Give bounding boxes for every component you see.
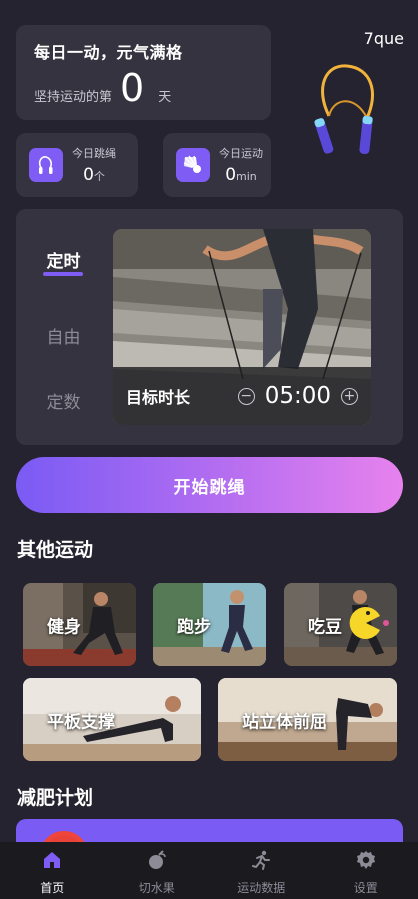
other-sports-title: 其他运动	[17, 539, 94, 561]
streak-row: 坚持运动的第 0 天	[34, 69, 171, 107]
running-icon	[251, 850, 271, 874]
weight-loss-plan-title: 减肥计划	[17, 787, 94, 809]
stat-card-rope: 今日跳绳 0个	[16, 133, 138, 197]
nav-home[interactable]: 首页	[0, 842, 105, 899]
bottom-navigation: 首页 切水果 运动数据 设置	[0, 842, 418, 899]
stat-value: 0	[225, 165, 237, 185]
slogan-text: 每日一动，元气满格	[34, 43, 183, 62]
target-duration-value[interactable]: 05:00	[265, 383, 331, 409]
stat-label: 今日运动	[219, 147, 263, 160]
sport-label: 健身	[47, 617, 81, 637]
sport-card-running[interactable]: 跑步	[153, 583, 266, 666]
stat-value: 0	[83, 165, 94, 185]
sport-card-pacman[interactable]: 吃豆	[284, 583, 397, 666]
nav-settings[interactable]: 设置	[314, 842, 418, 899]
sport-card-fitness[interactable]: 健身	[23, 583, 136, 666]
username[interactable]: 7que	[364, 29, 404, 48]
home-icon	[42, 850, 62, 874]
target-duration-label: 目标时长	[126, 388, 191, 407]
sport-label: 吃豆	[308, 617, 342, 637]
stat-label: 今日跳绳	[72, 147, 116, 160]
sport-card-forward-bend[interactable]: 站立体前屈	[218, 678, 397, 761]
stat-unit: min	[236, 170, 257, 183]
tab-timed[interactable]: 定时	[16, 247, 111, 272]
sport-label: 站立体前屈	[242, 712, 327, 732]
jump-rope-illustration	[314, 64, 374, 155]
nav-label: 切水果	[138, 881, 175, 895]
nav-fruit[interactable]: 切水果	[105, 842, 210, 899]
fruit-icon	[147, 850, 167, 874]
nav-label: 设置	[353, 881, 378, 895]
nav-label: 首页	[40, 881, 65, 895]
streak-unit: 天	[158, 90, 172, 105]
plus-button[interactable]: +	[341, 387, 358, 405]
jump-rope-icon	[29, 148, 63, 182]
target-duration-bar: 目标时长 − 05:00 +	[113, 367, 371, 425]
start-jump-rope-button[interactable]: 开始跳绳	[16, 457, 403, 513]
shuttlecock-icon	[176, 148, 210, 182]
minus-button[interactable]: −	[237, 387, 255, 405]
sport-label: 平板支撑	[47, 712, 115, 732]
slogan-card: 每日一动，元气满格 坚持运动的第 0 天	[16, 25, 271, 120]
streak-prefix: 坚持运动的第	[34, 90, 113, 105]
gear-icon	[356, 850, 376, 874]
active-tab-indicator	[43, 272, 83, 276]
streak-count: 0	[120, 66, 145, 110]
stat-card-workout: 今日运动 0min	[163, 133, 271, 197]
tab-count[interactable]: 定数	[16, 388, 111, 413]
nav-label: 运动数据	[237, 881, 286, 895]
nav-sports-data[interactable]: 运动数据	[209, 842, 314, 899]
mode-panel: 定时 自由 定数 目标时长 − 05:00 +	[16, 209, 403, 445]
jump-rope-photo: 目标时长 − 05:00 +	[113, 229, 371, 425]
stat-unit: 个	[93, 170, 105, 183]
sport-label: 跑步	[177, 617, 211, 637]
sport-card-plank[interactable]: 平板支撑	[23, 678, 201, 761]
tab-free[interactable]: 自由	[16, 323, 111, 348]
